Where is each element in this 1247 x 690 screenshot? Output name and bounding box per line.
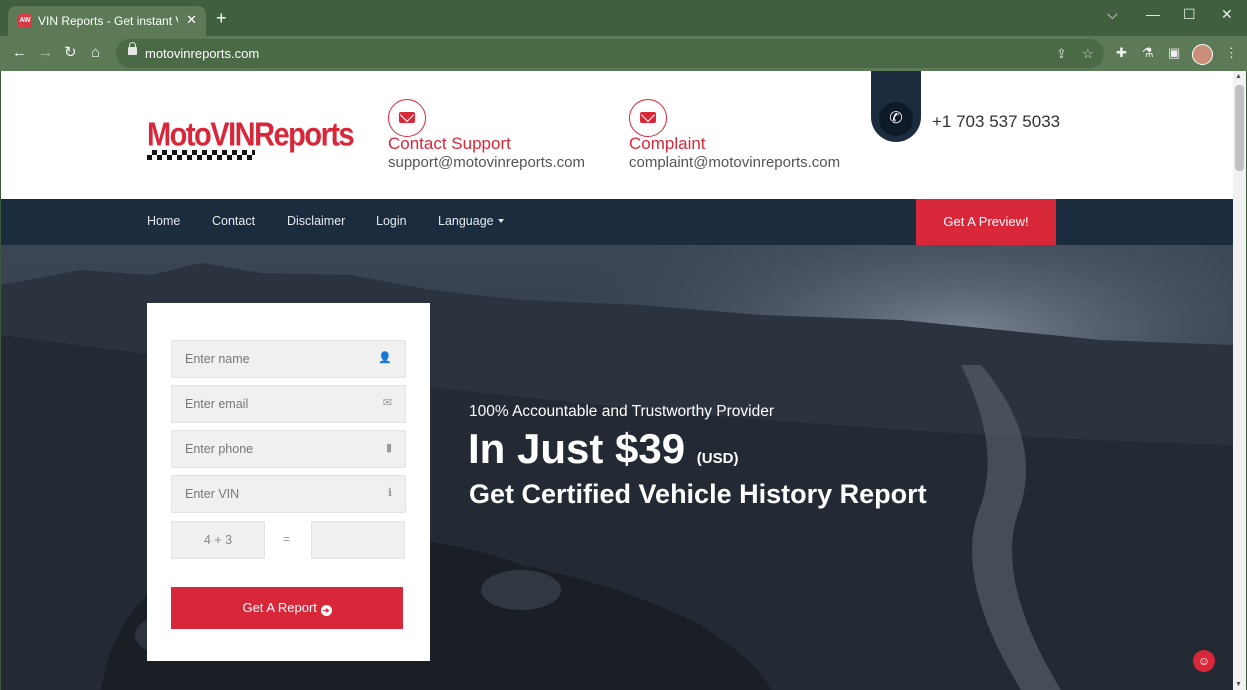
web-page: MotoVINReports Contact Support support@m… (1, 71, 1233, 690)
report-form: Enter name 👤 Enter email ✉ Enter phone ▮… (147, 303, 430, 661)
vin-input[interactable]: Enter VIN ℹ (171, 475, 406, 513)
caret-down-icon (497, 219, 504, 223)
get-preview-button[interactable]: Get A Preview! (916, 199, 1056, 245)
nav-language-label: Language (438, 214, 494, 228)
menu-icon[interactable]: ⋮ (1225, 45, 1238, 61)
close-tab-icon[interactable]: ✕ (186, 12, 197, 28)
new-tab-icon[interactable]: + (216, 9, 227, 27)
captcha-equals: = (283, 532, 291, 546)
maximize-icon[interactable]: ☐ (1183, 6, 1196, 23)
support-title: Contact Support (388, 134, 511, 153)
hero-banner: Enter name 👤 Enter email ✉ Enter phone ▮… (1, 245, 1233, 690)
phone-number[interactable]: +1 703 537 5033 (932, 112, 1060, 132)
tab-title: VIN Reports - Get instant VIN re (38, 14, 178, 28)
browser-toolbar: ← → ↻ ⌂ motovinreports.com ⇪ ☆ ✚ ⚗ ▣ ⋮ (0, 36, 1247, 71)
hero-price-text: In Just $39 (468, 425, 686, 472)
phone-placeholder: Enter phone (185, 442, 254, 456)
back-icon[interactable]: ← (12, 44, 27, 62)
user-icon: 👤 (378, 352, 392, 364)
bookmark-star-icon[interactable]: ☆ (1082, 46, 1094, 62)
profile-avatar[interactable] (1192, 44, 1213, 65)
mobile-icon: ▮ (385, 442, 392, 454)
name-placeholder: Enter name (185, 352, 250, 366)
email-input[interactable]: Enter email ✉ (171, 385, 406, 423)
captcha-question: 4 + 3 (171, 521, 265, 559)
nav-language[interactable]: Language (438, 214, 504, 228)
share-icon[interactable]: ⇪ (1056, 46, 1067, 62)
url-text[interactable]: motovinreports.com (145, 46, 259, 61)
name-input[interactable]: Enter name 👤 (171, 340, 406, 378)
reload-icon[interactable]: ↻ (64, 44, 77, 62)
hero-price: In Just $39 (USD) (468, 425, 738, 473)
scroll-up-icon[interactable]: ▲ (1235, 73, 1242, 80)
captcha-answer-input[interactable] (311, 521, 405, 559)
main-nav: Home Contact Disclaimer Login Language G… (1, 199, 1233, 245)
complaint-email[interactable]: complaint@motovinreports.com (629, 154, 840, 171)
get-report-button[interactable]: Get A Report ➜ (171, 587, 403, 629)
home-icon[interactable]: ⌂ (91, 44, 100, 62)
help-widget-icon[interactable]: ☺ (1193, 650, 1215, 672)
captcha-question-text: 4 + 3 (203, 533, 233, 547)
checkered-flag-graphic (147, 150, 255, 160)
tab-search-icon[interactable]: ⌵ (1107, 6, 1118, 23)
complaint-title: Complaint (629, 134, 706, 153)
phone-icon: ✆ (879, 102, 913, 136)
nav-home[interactable]: Home (147, 214, 180, 228)
forward-icon[interactable]: → (38, 44, 53, 62)
address-bar[interactable]: motovinreports.com ⇪ ☆ (116, 39, 1104, 68)
hero-tagline: 100% Accountable and Trustworthy Provide… (469, 403, 775, 420)
email-placeholder: Enter email (185, 397, 249, 411)
envelope-icon: ✉ (382, 397, 392, 409)
extensions-icon[interactable]: ✚ (1116, 45, 1127, 61)
phone-badge: ✆ (871, 71, 921, 142)
phone-input[interactable]: Enter phone ▮ (171, 430, 406, 468)
labs-icon[interactable]: ⚗ (1142, 45, 1154, 61)
support-email[interactable]: support@motovinreports.com (388, 154, 585, 171)
envelope-icon (629, 99, 667, 137)
site-logo[interactable]: MotoVINReports (147, 116, 355, 161)
browser-tab-strip: AW VIN Reports - Get instant VIN re ✕ + … (0, 0, 1247, 36)
vin-placeholder: Enter VIN (185, 487, 240, 501)
scrollbar-thumb[interactable] (1235, 85, 1244, 171)
site-favicon-icon: AW (18, 14, 32, 28)
nav-login[interactable]: Login (376, 214, 407, 228)
hero-currency: (USD) (696, 450, 739, 467)
page-scrollbar[interactable]: ▲ ▼ (1233, 71, 1246, 690)
get-report-label: Get A Report (242, 600, 317, 615)
envelope-icon (388, 99, 426, 137)
arrow-circle-right-icon: ➜ (320, 605, 332, 616)
browser-tab[interactable]: AW VIN Reports - Get instant VIN re ✕ (8, 6, 206, 36)
info-icon: ℹ (387, 487, 392, 499)
close-window-icon[interactable]: ✕ (1221, 6, 1233, 23)
side-panel-icon[interactable]: ▣ (1168, 45, 1180, 61)
logo-text: MotoVINReports (147, 116, 355, 154)
nav-disclaimer[interactable]: Disclaimer (287, 214, 345, 228)
scroll-down-icon[interactable]: ▼ (1235, 681, 1242, 688)
nav-contact[interactable]: Contact (212, 214, 255, 228)
lock-icon[interactable] (128, 42, 137, 55)
hero-headline: Get Certified Vehicle History Report (469, 479, 927, 509)
minimize-icon[interactable]: — (1146, 6, 1160, 22)
